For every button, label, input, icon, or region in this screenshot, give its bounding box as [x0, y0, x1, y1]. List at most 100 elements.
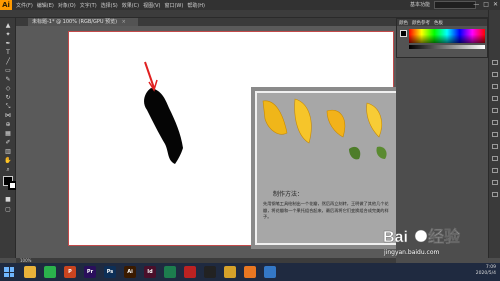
- camera-icon[interactable]: [264, 266, 276, 278]
- brush-tool-icon[interactable]: ✎: [3, 76, 13, 83]
- transparency-icon[interactable]: [492, 144, 498, 149]
- tab-color[interactable]: 颜色: [399, 20, 408, 26]
- petal-drawing[interactable]: [137, 58, 197, 168]
- tab-swatches[interactable]: 色板: [434, 20, 443, 26]
- petal-2: [294, 98, 312, 144]
- reference-image-frame: 制作方法： 先用钢笔工具绘制出一个花瓣，然后再立刻转，王明做了其他几个花瓣，将花…: [255, 91, 396, 245]
- illustrator-icon[interactable]: Ai: [124, 266, 136, 278]
- window-controls: — □ ✕: [473, 1, 498, 8]
- menu-type[interactable]: 文字(T): [80, 2, 97, 9]
- menu-view[interactable]: 视图(V): [143, 2, 160, 9]
- menu-edit[interactable]: 编辑(E): [37, 2, 54, 9]
- svg-text:经验: 经验: [428, 227, 461, 246]
- fox-icon[interactable]: [244, 266, 256, 278]
- grayscale-ramp[interactable]: [409, 45, 485, 49]
- document-tab[interactable]: 未标题-1* @ 100% (RGB/GPU 预览) ×: [28, 18, 138, 26]
- media-icon[interactable]: [164, 266, 176, 278]
- scale-tool-icon[interactable]: ⤡: [3, 103, 13, 110]
- rotate-tool-icon[interactable]: ↻: [3, 94, 13, 101]
- shape-builder-icon[interactable]: ⊕: [3, 121, 13, 128]
- petal-3: [326, 109, 346, 138]
- line-tool-icon[interactable]: ╱: [3, 58, 13, 65]
- stroke-icon[interactable]: [492, 120, 498, 125]
- sepal-1: [349, 146, 361, 160]
- tab-close-icon[interactable]: ×: [122, 19, 126, 25]
- reference-image[interactable]: 制作方法： 先用钢笔工具绘制出一个花瓣，然后再立刻转，王明做了其他几个花瓣，将花…: [251, 87, 396, 249]
- premiere-label: Pr: [86, 269, 94, 275]
- powerpoint-icon[interactable]: P: [64, 266, 76, 278]
- workspace-switcher[interactable]: 基本功能: [410, 1, 430, 8]
- minimize-button[interactable]: —: [473, 1, 479, 8]
- color-spectrum[interactable]: [409, 29, 485, 43]
- flower-petals-illustration: [262, 98, 387, 160]
- search-input[interactable]: [434, 1, 476, 9]
- illustrator-label: Ai: [127, 269, 133, 275]
- photoshop-icon[interactable]: Ps: [104, 266, 116, 278]
- type-tool-icon[interactable]: T: [3, 49, 13, 56]
- color-panel: 颜色 颜色参考 色板: [396, 18, 488, 58]
- menu-select[interactable]: 选择(S): [101, 2, 118, 9]
- eyedropper-tool-icon[interactable]: ✐: [3, 139, 13, 146]
- menu-effect[interactable]: 效果(C): [122, 2, 139, 9]
- close-button[interactable]: ✕: [493, 1, 498, 8]
- chrome-icon[interactable]: [224, 266, 236, 278]
- magic-wand-tool-icon[interactable]: ✦: [3, 31, 13, 38]
- explorer-icon[interactable]: [24, 266, 36, 278]
- menu-file[interactable]: 文件(F): [16, 2, 33, 9]
- control-bar: [0, 10, 500, 18]
- start-button[interactable]: [2, 265, 16, 279]
- transform-icon[interactable]: [492, 180, 498, 185]
- color-panel-tabs: 颜色 颜色参考 色板: [397, 19, 487, 26]
- menu-help[interactable]: 帮助(H): [187, 2, 205, 9]
- maximize-button[interactable]: □: [483, 1, 489, 8]
- photoshop-label: Ps: [106, 269, 114, 275]
- tab-color-guide[interactable]: 颜色参考: [412, 20, 430, 26]
- align-icon[interactable]: [492, 156, 498, 161]
- qq-icon[interactable]: [204, 266, 216, 278]
- graphic-styles-icon[interactable]: [492, 108, 498, 113]
- graph-tool-icon[interactable]: ▥: [3, 148, 13, 155]
- petal-1: [262, 100, 288, 135]
- taskbar-apps: P Pr Ps Ai Id: [16, 266, 276, 278]
- brushes-icon[interactable]: [492, 84, 498, 89]
- panel-fill-swatch[interactable]: [400, 30, 407, 37]
- petal-4: [366, 102, 382, 138]
- eraser-tool-icon[interactable]: ◇: [3, 85, 13, 92]
- artboards-icon[interactable]: [492, 192, 498, 197]
- sepal-2: [376, 146, 387, 159]
- color-mode-icon[interactable]: ■: [3, 196, 13, 203]
- menu-object[interactable]: 对象(O): [58, 2, 76, 9]
- menu-window[interactable]: 窗口(W): [164, 2, 183, 9]
- indesign-icon[interactable]: Id: [144, 266, 156, 278]
- rectangle-tool-icon[interactable]: ▭: [3, 67, 13, 74]
- player-icon[interactable]: [184, 266, 196, 278]
- zoom-tool-icon[interactable]: ⌕: [3, 166, 13, 173]
- selection-tool-icon[interactable]: ▲: [3, 22, 13, 29]
- pen-tool-icon[interactable]: ✒: [3, 40, 13, 47]
- wechat-icon[interactable]: [44, 266, 56, 278]
- symbols-icon[interactable]: [492, 96, 498, 101]
- powerpoint-label: P: [68, 269, 72, 275]
- layers-icon[interactable]: [492, 60, 498, 65]
- gradient-icon[interactable]: [492, 132, 498, 137]
- artboard[interactable]: 制作方法： 先用钢笔工具绘制出一个花瓣，然后再立刻转，王明做了其他几个花瓣，将花…: [68, 31, 396, 249]
- appearance-icon[interactable]: [492, 72, 498, 77]
- watermark-url: jingyan.baidu.com: [384, 249, 440, 256]
- method-text: 先用钢笔工具绘制出一个花瓣，然后再立刻转，王明做了其他几个花瓣，将花瓣和一个果托…: [263, 201, 389, 219]
- method-title: 制作方法：: [273, 191, 304, 198]
- menu-bar: Ai 文件(F) 编辑(E) 对象(O) 文字(T) 选择(S) 效果(C) 视…: [0, 0, 500, 10]
- hand-tool-icon[interactable]: ✋: [3, 157, 13, 164]
- black-petal-shape: [144, 88, 183, 164]
- baidu-watermark-logo: Bai 经验: [383, 227, 461, 246]
- tools-panel: ▲ ✦ ✒ T ╱ ▭ ✎ ◇ ↻ ⤡ ⋈ ⊕ ▦ ✐ ▥ ✋ ⌕ ■ ▢: [0, 18, 17, 258]
- document-tab-title: 未标题-1* @ 100% (RGB/GPU 预览): [32, 19, 118, 25]
- clock-date[interactable]: 2020/5/4: [476, 271, 496, 277]
- app-logo[interactable]: Ai: [0, 0, 12, 10]
- canvas-area[interactable]: 制作方法： 先用钢笔工具绘制出一个花瓣，然后再立刻转，王明做了其他几个花瓣，将花…: [16, 26, 396, 258]
- premiere-icon[interactable]: Pr: [84, 266, 96, 278]
- screen-mode-icon[interactable]: ▢: [3, 206, 13, 213]
- windows-taskbar: P Pr Ps Ai Id 7:09 2020/5/4: [0, 263, 500, 281]
- width-tool-icon[interactable]: ⋈: [3, 112, 13, 119]
- pathfinder-icon[interactable]: [492, 168, 498, 173]
- gradient-tool-icon[interactable]: ▦: [3, 130, 13, 137]
